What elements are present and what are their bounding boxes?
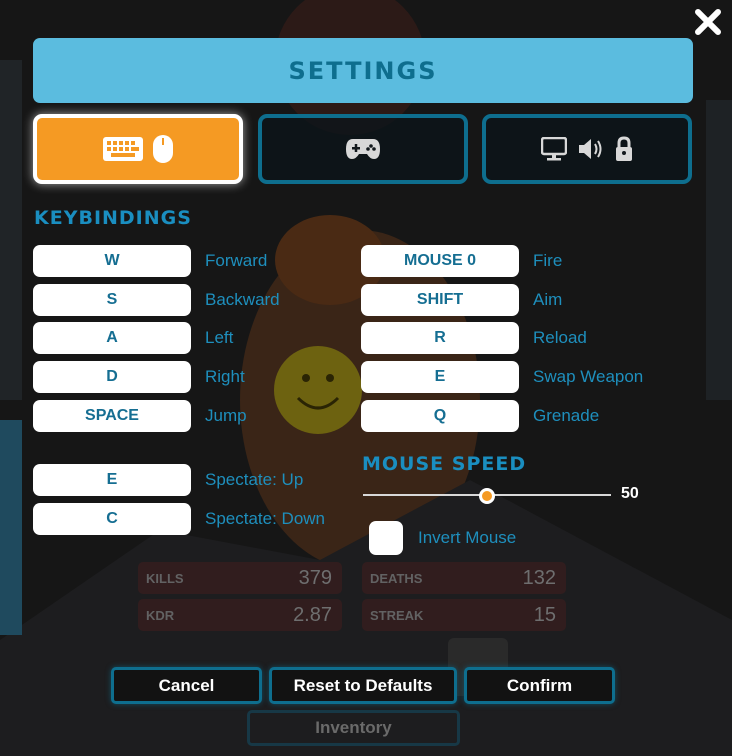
- mouse-speed-slider[interactable]: [363, 487, 611, 505]
- stat-kills: KILLS 379: [138, 562, 342, 594]
- key-button-spectate-up[interactable]: E: [33, 464, 191, 496]
- stat-deaths: DEATHS 132: [362, 562, 566, 594]
- key-button-swap-weapon[interactable]: E: [361, 361, 519, 393]
- speaker-icon: [577, 137, 605, 161]
- key-label-aim: Aim: [533, 290, 563, 309]
- cancel-button[interactable]: Cancel: [111, 667, 262, 704]
- key-label-spectate-down: Spectate: Down: [205, 509, 326, 528]
- stat-kdr: KDR 2.87: [138, 599, 342, 631]
- tab-keyboard-mouse[interactable]: [33, 114, 243, 184]
- mouse-speed-title: MOUSE SPEED: [362, 453, 527, 475]
- key-button-spectate-down[interactable]: C: [33, 503, 191, 535]
- page-title: SETTINGS: [288, 56, 438, 85]
- stat-label: KDR: [146, 607, 175, 623]
- stat-value: 379: [298, 566, 332, 589]
- monitor-icon: [541, 137, 567, 161]
- stat-streak: STREAK 15: [362, 599, 566, 631]
- keyboard-icon: [103, 137, 143, 161]
- confirm-button[interactable]: Confirm: [464, 667, 615, 704]
- gamepad-icon: [345, 137, 381, 161]
- key-button-reload[interactable]: R: [361, 322, 519, 354]
- stat-label: KILLS: [146, 570, 184, 586]
- mouse-icon: [153, 135, 173, 163]
- key-button-backward[interactable]: S: [33, 284, 191, 316]
- key-label-left: Left: [205, 328, 234, 347]
- invert-mouse-checkbox[interactable]: [369, 521, 403, 555]
- close-button[interactable]: [690, 4, 726, 40]
- keybindings-title: KEYBINDINGS: [34, 207, 192, 229]
- key-label-jump: Jump: [205, 406, 247, 425]
- stat-value: 2.87: [293, 603, 332, 626]
- slider-thumb[interactable]: [479, 488, 495, 504]
- key-label-swap-weapon: Swap Weapon: [533, 367, 644, 386]
- tab-gamepad[interactable]: [258, 114, 468, 184]
- key-button-jump[interactable]: SPACE: [33, 400, 191, 432]
- stat-value: 15: [533, 603, 556, 626]
- mouse-speed-value: 50: [621, 485, 639, 502]
- reset-to-defaults-button[interactable]: Reset to Defaults: [269, 667, 457, 704]
- key-button-forward[interactable]: W: [33, 245, 191, 277]
- invert-mouse-label: Invert Mouse: [418, 528, 517, 547]
- stat-label: STREAK: [370, 607, 424, 623]
- key-button-left[interactable]: A: [33, 322, 191, 354]
- key-label-forward: Forward: [205, 251, 268, 270]
- key-label-backward: Backward: [205, 290, 280, 309]
- stat-value: 132: [522, 566, 556, 589]
- lock-icon: [615, 136, 633, 162]
- close-icon: [695, 9, 721, 35]
- key-button-grenade[interactable]: Q: [361, 400, 519, 432]
- key-label-reload: Reload: [533, 328, 587, 347]
- inventory-button[interactable]: Inventory: [247, 710, 460, 746]
- title-bar: SETTINGS: [33, 38, 693, 103]
- key-label-grenade: Grenade: [533, 406, 600, 425]
- tab-display-audio-privacy[interactable]: [482, 114, 692, 184]
- key-button-right[interactable]: D: [33, 361, 191, 393]
- stat-label: DEATHS: [370, 570, 423, 586]
- key-label-spectate-up: Spectate: Up: [205, 470, 304, 489]
- key-label-right: Right: [205, 367, 245, 386]
- key-label-fire: Fire: [533, 251, 563, 270]
- key-button-fire[interactable]: MOUSE 0: [361, 245, 519, 277]
- key-button-aim[interactable]: SHIFT: [361, 284, 519, 316]
